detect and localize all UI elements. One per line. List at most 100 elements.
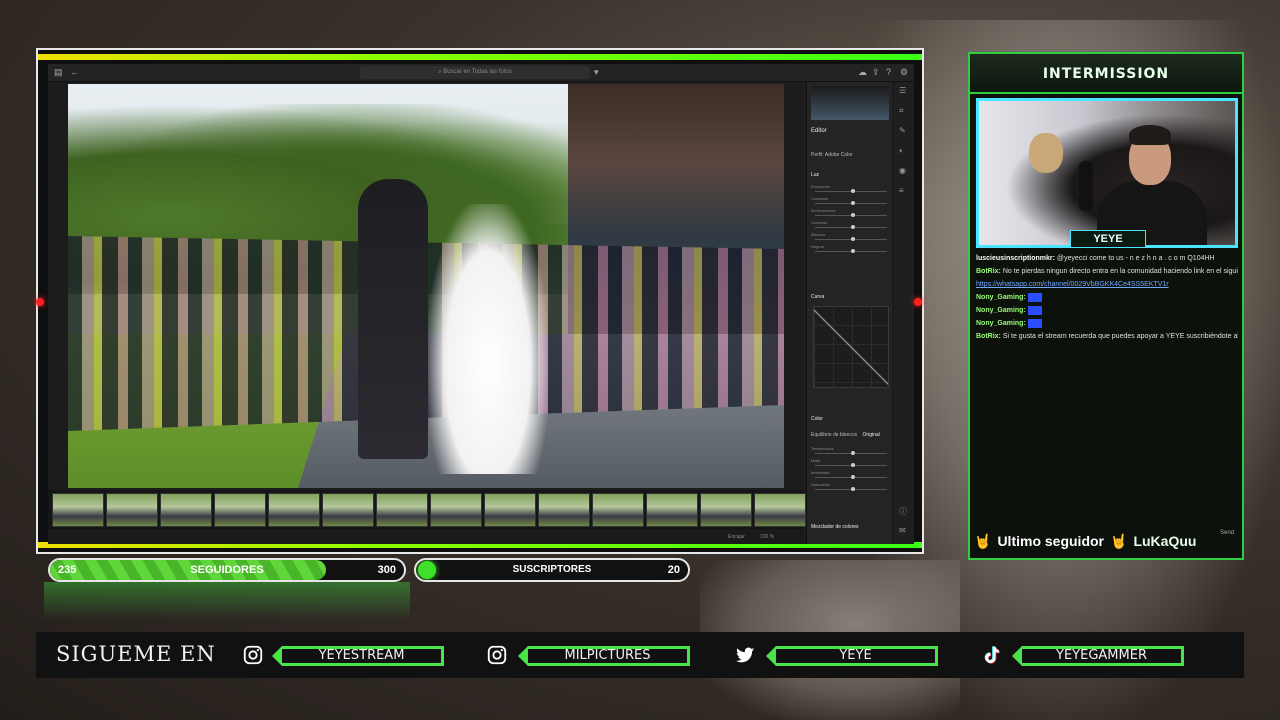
histogram [811,86,889,120]
slider-track[interactable] [815,237,887,241]
color-section-heading[interactable]: Color [811,416,823,422]
slider-label: Negros [811,244,824,249]
chat-send-button[interactable]: Send [1220,530,1234,536]
filmstrip-thumbnail[interactable] [646,493,698,527]
light-section-heading[interactable]: Luz [811,172,819,178]
slider-track[interactable] [815,451,887,455]
filmstrip-thumbnail[interactable] [700,493,752,527]
chat-link[interactable]: https://whatsapp.com/channel/0029VbBGKK4… [976,281,1169,288]
color-mixer-heading[interactable]: Mezclador de colores [811,524,859,530]
slider-handle[interactable] [851,213,855,217]
mask-icon[interactable]: ◐ [899,146,904,155]
tool-strip: ☰ ⌗ ✎ ◐ ◉ ≡ ⓘ ✉ [894,82,914,544]
status-bar: Encajar 100 % [48,532,804,544]
instagram-icon[interactable] [242,644,264,666]
cloud-icon[interactable]: ☁ [858,67,867,78]
zoom-fit-label[interactable]: Encajar [728,534,745,540]
filmstrip-thumbnail[interactable] [214,493,266,527]
profile-select[interactable]: Perfil: Adobe Color [811,152,853,158]
social-handle-tag[interactable]: YEYE [766,646,938,666]
slider-track[interactable] [815,487,887,491]
filmstrip-thumbnail[interactable] [376,493,428,527]
chat-username[interactable]: BotRix: [976,333,1003,340]
slider-handle[interactable] [851,249,855,253]
chat-username[interactable]: luscieusinscriptionmkr: [976,255,1057,262]
slider-track[interactable] [815,463,887,467]
followers-goal-bar: 235 SEGUIDORES 300 [48,558,406,582]
chat-username[interactable]: Nony_Gaming: [976,320,1028,327]
filmstrip [48,490,806,530]
chat-username[interactable]: Nony_Gaming: [976,307,1028,314]
slider-track[interactable] [815,189,887,193]
settings-icon[interactable]: ⚙ [900,67,908,78]
slider-label: Contraste [811,196,829,201]
social-handle-tag[interactable]: YEYEGAMMER [1012,646,1184,666]
slider-handle[interactable] [851,463,855,467]
comment-icon[interactable]: ✉ [899,526,906,535]
zoom-level[interactable]: 100 % [760,534,774,540]
slider-handle[interactable] [851,225,855,229]
chat-emote-icon [1027,305,1042,315]
tone-curve[interactable] [813,306,889,388]
slider-label: Temperatura [811,446,834,451]
slider-track[interactable] [815,201,887,205]
filmstrip-thumbnail[interactable] [538,493,590,527]
slider-handle[interactable] [851,475,855,479]
webcam-feed [976,98,1238,248]
chat-username[interactable]: Nony_Gaming: [976,294,1028,301]
back-icon[interactable]: ← [70,67,79,77]
filmstrip-thumbnail[interactable] [52,493,104,527]
slider-track[interactable] [815,213,887,217]
followers-label: SEGUIDORES [190,564,264,576]
subscribers-goal: 20 [667,564,680,576]
sidebar-toggle-icon[interactable]: ▤ [54,67,63,78]
heal-icon[interactable]: ✎ [899,126,906,135]
social-handle-tag[interactable]: YEYESTREAM [272,646,444,666]
slider-track[interactable] [815,249,887,253]
edit-icon[interactable]: ☰ [899,86,906,95]
slider-label: Intensidad [811,470,830,475]
crop-icon[interactable]: ⌗ [899,106,904,116]
filmstrip-thumbnail[interactable] [592,493,644,527]
slider-handle[interactable] [851,487,855,491]
filmstrip-thumbnail[interactable] [106,493,158,527]
rock-hand-icon: 🤘 [1110,532,1128,549]
rock-hand-icon: 🤘 [974,532,992,549]
slider-handle[interactable] [851,237,855,241]
filmstrip-thumbnail[interactable] [430,493,482,527]
filmstrip-thumbnail[interactable] [754,493,806,527]
info-icon[interactable]: ⓘ [899,506,907,517]
photo-preview[interactable] [68,84,784,488]
share-icon[interactable]: ⇪ [872,67,880,78]
white-balance-row[interactable]: Equilibrio de blancos Original [811,432,880,438]
chat-username[interactable]: BotRix: [976,268,1003,275]
social-handle-tag[interactable]: MILPICTURES [518,646,690,666]
slider-track[interactable] [815,475,887,479]
tiktok-icon[interactable] [980,644,1002,666]
white-balance-value[interactable]: Original [863,432,880,438]
stream-side-panel: INTERMISSION YEYE luscieusinscriptionmkr… [968,52,1244,560]
side-header: INTERMISSION [970,54,1242,94]
filter-icon[interactable]: ▾ [594,67,599,78]
help-icon[interactable]: ? [886,67,891,77]
slider-track[interactable] [815,225,887,229]
filmstrip-thumbnail[interactable] [484,493,536,527]
chat-message: BotRix: No te pierdas ningun directo ent… [976,265,1238,278]
alert-dot-left [36,298,44,306]
chat-text: Si te gusta el stream recuerda que puede… [1002,333,1238,340]
filmstrip-thumbnail[interactable] [322,493,374,527]
slider-handle[interactable] [851,189,855,193]
filmstrip-thumbnail[interactable] [160,493,212,527]
presets-icon[interactable]: ≡ [899,186,904,195]
curve-section-heading[interactable]: Curva [811,294,824,300]
search-input[interactable]: ⌕ Buscar en Todas las fotos [360,66,590,79]
slider-handle[interactable] [851,451,855,455]
slider-handle[interactable] [851,201,855,205]
tag-arrow-icon [518,646,528,666]
instagram-icon[interactable] [486,644,508,666]
twitter-icon[interactable] [734,644,756,666]
chat-text: No te pierdas ningun directo entra en la… [1002,268,1238,275]
redeye-icon[interactable]: ◉ [899,166,906,175]
social-heading: SIGUEME EN [56,642,216,666]
filmstrip-thumbnail[interactable] [268,493,320,527]
